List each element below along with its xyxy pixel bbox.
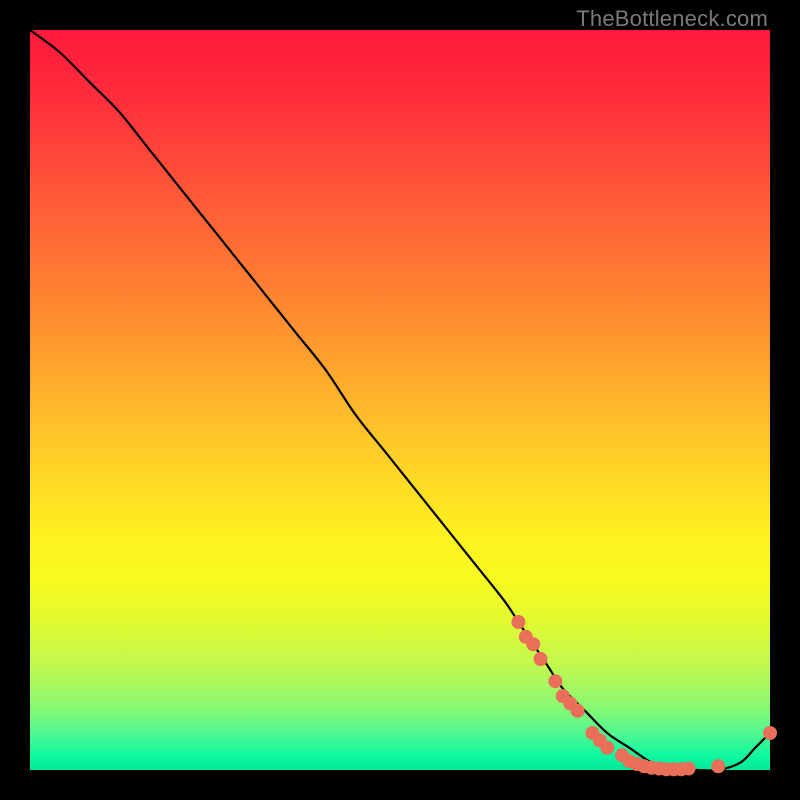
data-markers xyxy=(511,615,777,776)
data-marker xyxy=(526,637,540,651)
chart-frame: TheBottleneck.com xyxy=(0,0,800,800)
data-marker xyxy=(548,674,562,688)
watermark-text: TheBottleneck.com xyxy=(576,6,768,32)
data-marker xyxy=(682,762,696,776)
data-marker xyxy=(600,741,614,755)
bottleneck-curve xyxy=(30,30,770,771)
data-marker xyxy=(571,704,585,718)
data-marker xyxy=(711,759,725,773)
data-marker xyxy=(763,726,777,740)
data-marker xyxy=(534,652,548,666)
chart-overlay xyxy=(30,30,770,770)
data-marker xyxy=(511,615,525,629)
